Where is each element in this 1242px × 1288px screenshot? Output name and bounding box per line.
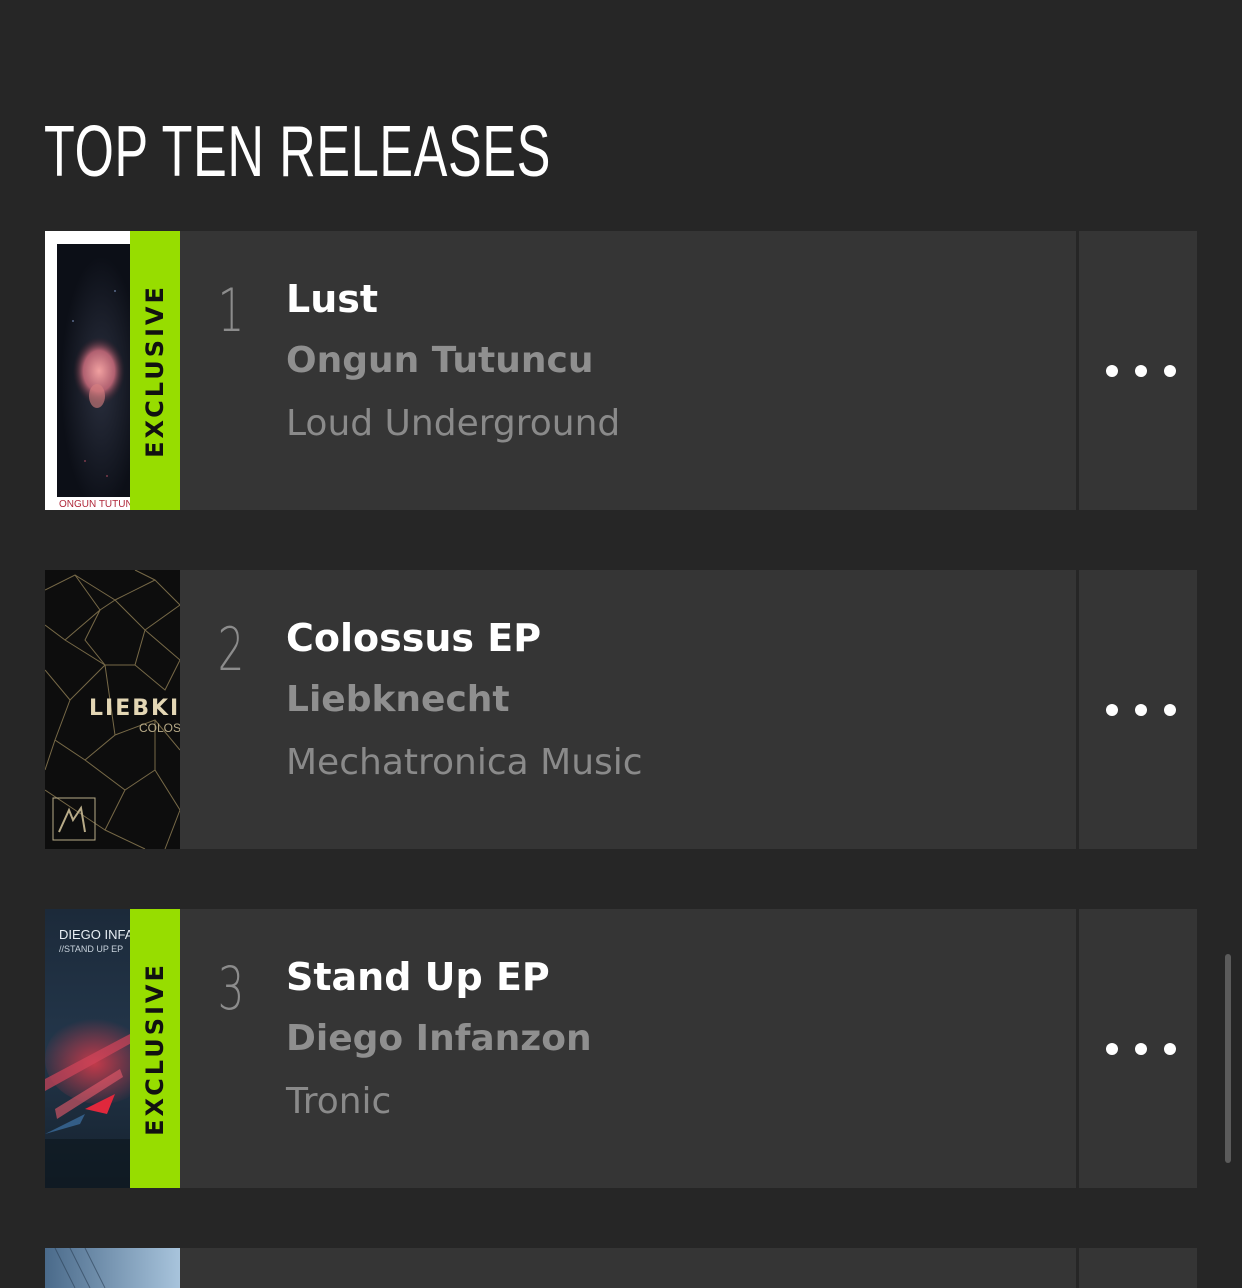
scrollbar-thumb[interactable] (1225, 954, 1231, 1163)
artwork-subtitle: COLOS (139, 721, 180, 735)
more-horizontal-icon (1106, 364, 1176, 377)
release-info: Colossus EP Liebknecht Mechatronica Musi… (286, 613, 643, 788)
release-info: Lust Ongun Tutuncu Loud Underground (286, 274, 620, 449)
more-options-button[interactable] (1076, 570, 1197, 849)
release-rank: 2 (217, 615, 245, 685)
artwork-title: LIEBKI (89, 696, 180, 721)
release-title[interactable]: Colossus EP (286, 613, 643, 663)
release-rank: 3 (217, 954, 245, 1024)
release-rank: 1 (217, 276, 245, 346)
artwork-subtitle: //STAND UP EP (59, 944, 123, 954)
release-row[interactable]: DIEGO INFAN //STAND UP EP EXCLUSIVE 3 St… (45, 909, 1197, 1188)
release-title[interactable]: Stand Up EP (286, 952, 592, 1002)
more-horizontal-icon (1106, 1042, 1176, 1055)
release-label[interactable]: Loud Underground (286, 399, 620, 449)
more-options-button[interactable] (1076, 909, 1197, 1188)
release-info: Stand Up EP Diego Infanzon Tronic (286, 952, 592, 1127)
exclusive-badge: EXCLUSIVE (130, 231, 180, 510)
release-row[interactable]: ONGUN TUTUNCU : L EXCLUSIVE 1 Lust Ongun… (45, 231, 1197, 510)
release-label[interactable]: Tronic (286, 1077, 592, 1127)
release-title[interactable]: Lust (286, 274, 620, 324)
release-row[interactable] (45, 1248, 1197, 1288)
exclusive-badge: EXCLUSIVE (130, 909, 180, 1188)
release-row[interactable]: LIEBKI COLOS 2 Colossus EP Liebknecht Me… (45, 570, 1197, 849)
exclusive-label: EXCLUSIVE (141, 283, 170, 458)
release-artist[interactable]: Liebknecht (286, 675, 643, 725)
release-artist[interactable]: Ongun Tutuncu (286, 336, 620, 386)
more-options-button[interactable] (1076, 1248, 1197, 1288)
more-horizontal-icon (1106, 703, 1176, 716)
release-artwork[interactable]: LIEBKI COLOS (45, 570, 180, 849)
release-list: ONGUN TUTUNCU : L EXCLUSIVE 1 Lust Ongun… (45, 231, 1197, 1288)
exclusive-label: EXCLUSIVE (141, 961, 170, 1136)
section-title: TOP TEN RELEASES (44, 112, 552, 192)
more-options-button[interactable] (1076, 231, 1197, 510)
release-label[interactable]: Mechatronica Music (286, 738, 643, 788)
release-artwork[interactable] (45, 1248, 180, 1288)
release-artist[interactable]: Diego Infanzon (286, 1014, 592, 1064)
